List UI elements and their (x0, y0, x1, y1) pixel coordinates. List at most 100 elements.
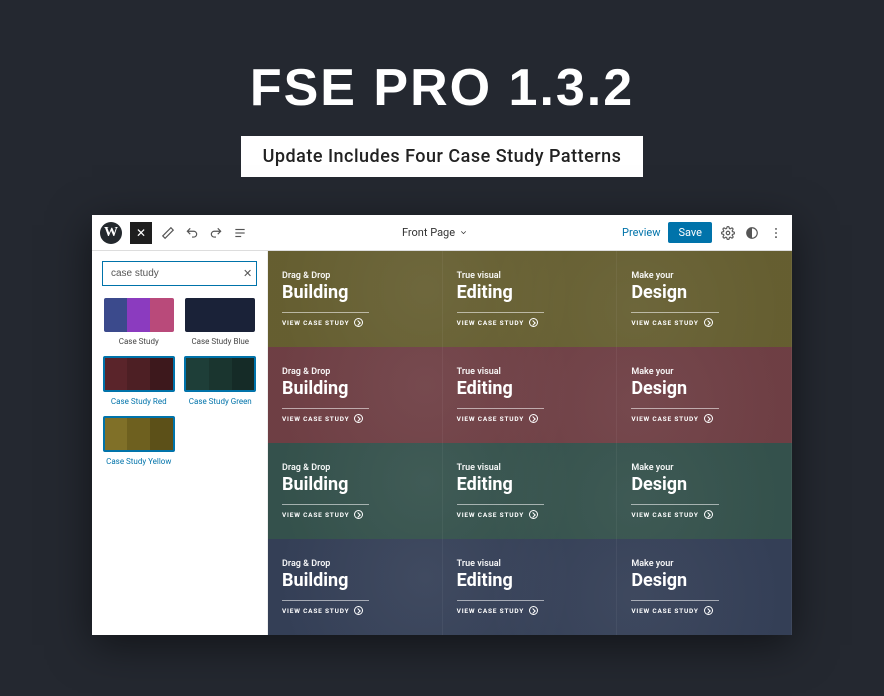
pattern-label: Case Study Red (111, 397, 167, 406)
cell-eyebrow: Drag & Drop (282, 367, 428, 377)
main-area: ✕ Case Study Case Study Blue (92, 251, 792, 635)
arrow-right-icon (704, 510, 713, 519)
more-icon[interactable] (768, 225, 784, 241)
search-box[interactable]: ✕ (102, 261, 257, 286)
cell-title: Building (282, 378, 428, 399)
cell-eyebrow: Drag & Drop (282, 271, 428, 281)
view-case-study-link[interactable]: VIEW CASE STUDY (457, 408, 544, 423)
arrow-right-icon (354, 510, 363, 519)
clear-search-icon[interactable]: ✕ (243, 267, 252, 280)
view-case-study-link[interactable]: VIEW CASE STUDY (457, 600, 544, 615)
pattern-label: Case Study (119, 337, 159, 346)
canvas-cell[interactable]: Drag & DropBuilding VIEW CASE STUDY (268, 539, 443, 635)
canvas-cell[interactable]: True visualEditingVIEW CASE STUDY (443, 443, 618, 539)
cell-title: Design (631, 378, 777, 399)
canvas-row: Drag & DropBuildingVIEW CASE STUDYTrue v… (268, 251, 792, 347)
cell-title: Editing (457, 282, 603, 303)
view-case-study-link[interactable]: VIEW CASE STUDY (282, 408, 369, 423)
cell-eyebrow: Drag & Drop (282, 463, 428, 473)
canvas-cell[interactable]: Make yourDesign VIEW CASE STUDY (617, 539, 792, 635)
pattern-label: Case Study Blue (191, 337, 249, 346)
arrow-right-icon (529, 414, 538, 423)
pattern-thumbnail (185, 298, 255, 332)
pattern-item[interactable]: Case Study Yellow (102, 416, 176, 466)
list-view-icon[interactable] (232, 225, 248, 241)
canvas-cell[interactable]: Make yourDesign VIEW CASE STUDY (617, 347, 792, 443)
hero-title: FSE PRO 1.3.2 (250, 58, 634, 118)
arrow-right-icon (704, 414, 713, 423)
view-case-study-link[interactable]: VIEW CASE STUDY (631, 408, 718, 423)
cell-title: Design (631, 282, 777, 303)
pattern-item[interactable]: Case Study Red (102, 356, 176, 406)
canvas-row: Drag & DropBuildingVIEW CASE STUDYTrue v… (268, 443, 792, 539)
styles-icon[interactable] (744, 225, 760, 241)
arrow-right-icon (704, 318, 713, 327)
canvas-cell[interactable]: Make yourDesign VIEW CASE STUDY (617, 251, 792, 347)
pattern-item[interactable]: Case Study (102, 298, 176, 346)
editor-canvas[interactable]: Drag & DropBuildingVIEW CASE STUDYTrue v… (268, 251, 792, 635)
canvas-cell[interactable]: True visualEditing VIEW CASE STUDY (443, 347, 618, 443)
arrow-right-icon (529, 318, 538, 327)
pattern-label: Case Study Yellow (106, 457, 171, 466)
arrow-right-icon (354, 318, 363, 327)
arrow-right-icon (529, 606, 538, 615)
view-case-study-link[interactable]: VIEW CASE STUDY (631, 600, 718, 615)
undo-icon[interactable] (184, 225, 200, 241)
pattern-thumbnail (104, 298, 174, 332)
save-button[interactable]: Save (668, 222, 712, 243)
cell-title: Building (282, 282, 428, 303)
cell-eyebrow: Drag & Drop (282, 559, 428, 569)
edit-icon[interactable] (160, 225, 176, 241)
canvas-cell[interactable]: True visualEditing VIEW CASE STUDY (443, 251, 618, 347)
cell-title: Editing (457, 570, 603, 591)
pattern-thumbnail (103, 416, 175, 452)
cell-eyebrow: True visual (457, 559, 603, 569)
view-case-study-link[interactable]: VIEW CASE STUDY (282, 504, 369, 519)
chevron-down-icon (459, 228, 468, 237)
arrow-right-icon (704, 606, 713, 615)
cell-eyebrow: Make your (631, 271, 777, 281)
page-title-dropdown[interactable]: Front Page (248, 226, 622, 239)
arrow-right-icon (354, 414, 363, 423)
page-title: Front Page (402, 226, 455, 239)
pattern-item[interactable]: Case Study Blue (184, 298, 258, 346)
arrow-right-icon (354, 606, 363, 615)
cell-title: Design (631, 474, 777, 495)
preview-link[interactable]: Preview (622, 226, 660, 239)
cell-eyebrow: Make your (631, 559, 777, 569)
view-case-study-link[interactable]: VIEW CASE STUDY (282, 600, 369, 615)
cell-title: Building (282, 570, 428, 591)
topbar: W ✕ Front Page Preview Save (92, 215, 792, 251)
canvas-cell[interactable]: True visualEditing VIEW CASE STUDY (443, 539, 618, 635)
editor-window: W ✕ Front Page Preview Save (92, 215, 792, 635)
patterns-sidebar: ✕ Case Study Case Study Blue (92, 251, 268, 635)
cell-eyebrow: Make your (631, 367, 777, 377)
settings-icon[interactable] (720, 225, 736, 241)
canvas-cell[interactable]: Make yourDesign VIEW CASE STUDY (617, 443, 792, 539)
hero-subtitle: Update Includes Four Case Study Patterns (241, 136, 644, 177)
pattern-item[interactable]: Case Study Green (184, 356, 258, 406)
canvas-cell[interactable]: Drag & DropBuilding VIEW CASE STUDY (268, 251, 443, 347)
pattern-thumbnail (184, 356, 256, 392)
canvas-row: Drag & DropBuildingVIEW CASE STUDYTrue v… (268, 347, 792, 443)
view-case-study-link[interactable]: VIEW CASE STUDY (631, 312, 718, 327)
cell-title: Building (282, 474, 428, 495)
cell-eyebrow: True visual (457, 367, 603, 377)
pattern-label: Case Study Green (189, 397, 252, 406)
cell-eyebrow: True visual (457, 271, 603, 281)
cell-title: Editing (457, 378, 603, 399)
canvas-cell[interactable]: Drag & DropBuilding VIEW CASE STUDY (268, 443, 443, 539)
view-case-study-link[interactable]: VIEW CASE STUDY (631, 504, 718, 519)
arrow-right-icon (529, 510, 538, 519)
wordpress-logo-icon[interactable]: W (100, 222, 122, 244)
redo-icon[interactable] (208, 225, 224, 241)
search-input[interactable] (111, 268, 243, 279)
canvas-cell[interactable]: Drag & DropBuilding VIEW CASE STUDY (268, 347, 443, 443)
view-case-study-link[interactable]: VIEW CASE STUDY (457, 504, 544, 519)
cell-eyebrow: Make your (631, 463, 777, 473)
cell-title: Design (631, 570, 777, 591)
close-button[interactable]: ✕ (130, 222, 152, 244)
view-case-study-link[interactable]: VIEW CASE STUDY (457, 312, 544, 327)
cell-title: Editing (457, 474, 603, 495)
view-case-study-link[interactable]: VIEW CASE STUDY (282, 312, 369, 327)
